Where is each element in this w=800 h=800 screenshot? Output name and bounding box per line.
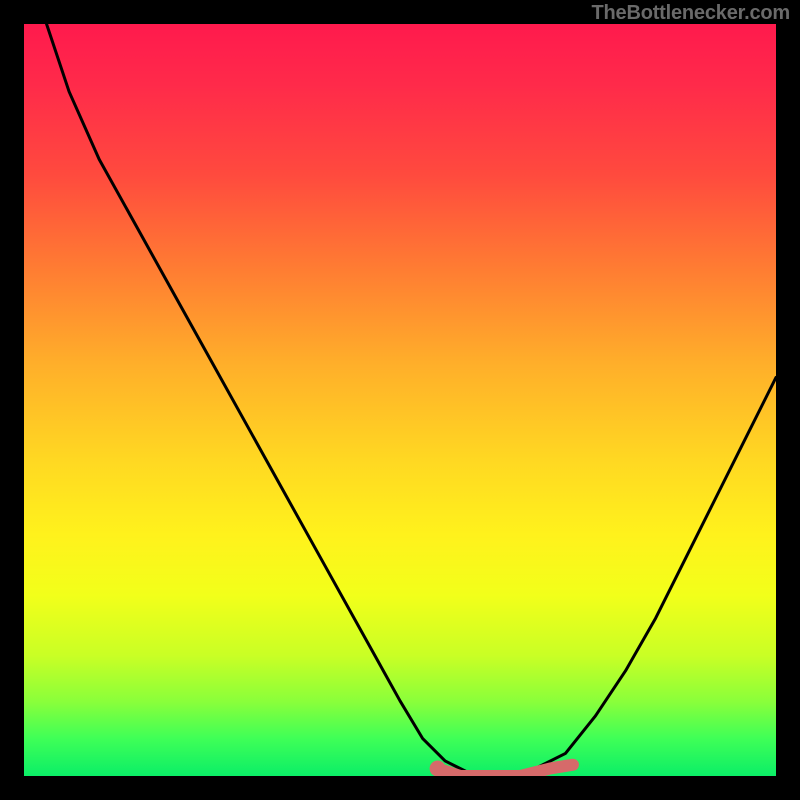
chart-svg xyxy=(24,24,776,776)
chart-frame: TheBottlenecker.com xyxy=(0,0,800,800)
curve-line xyxy=(47,24,776,776)
highlight-line xyxy=(438,765,573,776)
watermark-text: TheBottlenecker.com xyxy=(592,2,791,25)
highlight-dot xyxy=(430,760,446,776)
plot-area xyxy=(24,24,776,776)
